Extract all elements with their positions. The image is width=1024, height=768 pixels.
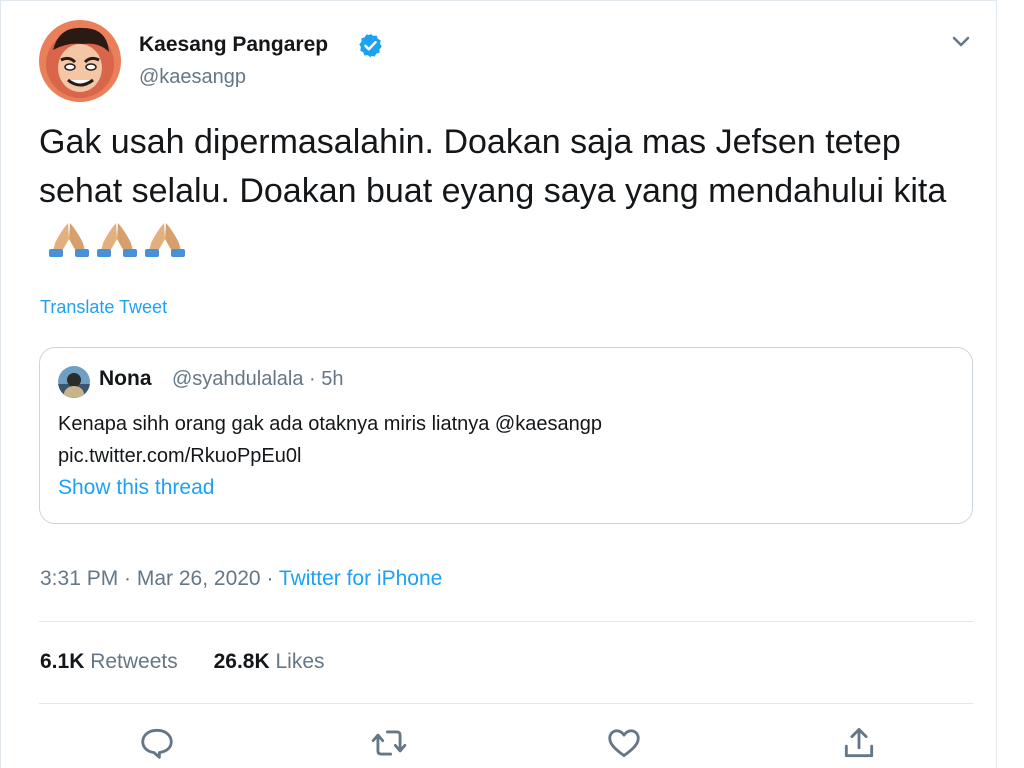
share-icon[interactable] (840, 724, 878, 762)
translate-tweet-link[interactable]: Translate Tweet (40, 297, 167, 318)
quoted-avatar[interactable] (58, 366, 90, 398)
likes-count: 26.8K (213, 650, 270, 673)
verified-badge-icon (357, 32, 384, 59)
tweet-timestamp: 3:31 PM · Mar 26, 2020 · Twitter for iPh… (40, 567, 442, 591)
author-avatar[interactable] (39, 20, 121, 102)
likes-label: Likes (275, 650, 325, 673)
author-name[interactable]: Kaesang Pangarep (139, 33, 328, 57)
quoted-author-name: Nona (99, 367, 152, 390)
divider (39, 621, 973, 622)
folded-hands-icon (49, 223, 89, 257)
timestamp-text[interactable]: 3:31 PM · Mar 26, 2020 · (40, 567, 279, 590)
card-border-top (0, 0, 997, 1)
tweet-source-link[interactable]: Twitter for iPhone (279, 567, 442, 590)
retweets-stat[interactable]: 6.1K Retweets (40, 650, 178, 674)
folded-hands-icon (145, 223, 185, 257)
tweet-text: Gak usah dipermasalahin. Doakan saja mas… (39, 118, 979, 271)
tweet-card: Kaesang Pangarep @kaesangp Gak usah dipe… (0, 0, 1024, 768)
likes-stat[interactable]: 26.8K Likes (214, 650, 325, 674)
tweet-stats: 6.1K Retweets 26.8K Likes (40, 650, 355, 674)
tweet-text-content: Gak usah dipermasalahin. Doakan saja mas… (39, 123, 947, 210)
quoted-avatar-image (58, 366, 90, 398)
author-avatar-illustration (39, 20, 121, 102)
quoted-author-meta: @syahdulalala · 5h (172, 368, 344, 390)
show-thread-link[interactable]: Show this thread (58, 476, 214, 500)
card-border-right (996, 0, 997, 768)
folded-hands-emojis (47, 217, 191, 271)
folded-hands-icon (97, 223, 137, 257)
like-icon[interactable] (605, 724, 643, 762)
quoted-pic-link[interactable]: pic.twitter.com/RkuoPpEu0l (58, 440, 938, 472)
chevron-down-icon[interactable] (948, 30, 974, 52)
reply-icon[interactable] (138, 724, 176, 762)
retweet-icon[interactable] (370, 724, 408, 762)
retweets-label: Retweets (90, 650, 178, 673)
quoted-text: Kenapa sihh orang gak ada otaknya miris … (58, 408, 938, 472)
divider (39, 703, 973, 704)
quoted-tweet[interactable]: Nona @syahdulalala · 5h Kenapa sihh oran… (39, 347, 973, 524)
quoted-text-line: Kenapa sihh orang gak ada otaknya miris … (58, 413, 602, 435)
card-border-left (0, 0, 1, 768)
author-handle[interactable]: @kaesangp (139, 66, 246, 89)
retweets-count: 6.1K (40, 650, 85, 673)
